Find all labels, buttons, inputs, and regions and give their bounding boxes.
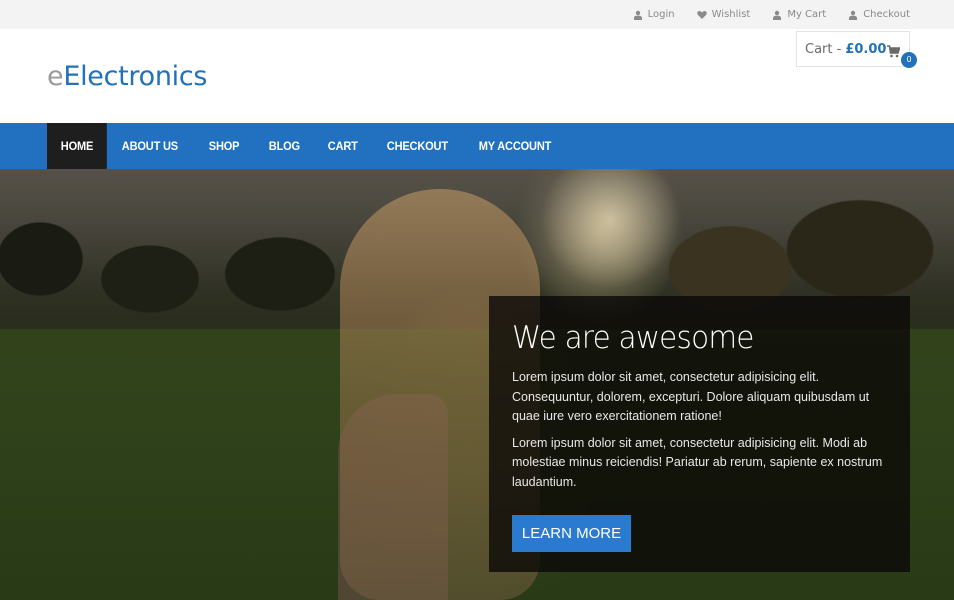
hero-banner: We are awesome Lorem ipsum dolor sit ame…: [0, 169, 954, 600]
my-cart-label: My Cart: [787, 9, 827, 20]
nav-item-my-account[interactable]: MY ACCOUNT: [465, 123, 565, 169]
checkout-link[interactable]: Checkout: [848, 9, 910, 20]
cart-button[interactable]: Cart - £0.00: [796, 31, 910, 67]
cart-count-badge: 0: [901, 52, 917, 68]
login-link[interactable]: Login: [633, 9, 675, 20]
hero-paragraph-1: Lorem ipsum dolor sit amet, consectetur …: [512, 370, 870, 423]
hero-caption-box: We are awesome Lorem ipsum dolor sit ame…: [489, 296, 910, 572]
top-bar-links: Login Wishlist My Cart Checkout: [611, 0, 910, 29]
cart-total: £0.00: [845, 41, 887, 57]
main-nav: HOME ABOUT US SHOP BLOG CART CHECKOUT MY…: [0, 123, 954, 169]
user-icon: [772, 10, 782, 20]
nav-list: HOME ABOUT US SHOP BLOG CART CHECKOUT MY…: [47, 123, 570, 169]
site-logo[interactable]: eElectronics: [47, 59, 207, 95]
nav-item-shop[interactable]: SHOP: [195, 123, 253, 169]
user-icon: [848, 10, 858, 20]
checkout-label: Checkout: [863, 9, 910, 20]
logo-prefix: e: [47, 61, 64, 92]
cart-label: Cart -: [805, 41, 842, 57]
hero-paragraph-2: Lorem ipsum dolor sit amet, consectetur …: [512, 435, 883, 489]
hero-title: We are awesome: [512, 320, 754, 356]
top-bar: Login Wishlist My Cart Checkout: [0, 0, 954, 29]
wishlist-label: Wishlist: [711, 9, 751, 20]
nav-item-cart[interactable]: CART: [314, 123, 372, 169]
heart-icon: [696, 10, 707, 20]
nav-item-checkout[interactable]: CHECKOUT: [373, 123, 462, 169]
wishlist-link[interactable]: Wishlist: [696, 9, 751, 20]
login-label: Login: [647, 9, 675, 20]
user-icon: [633, 10, 643, 20]
logo-text: Electronics: [63, 61, 208, 92]
nav-item-blog[interactable]: BLOG: [255, 123, 314, 169]
nav-item-about-us[interactable]: ABOUT US: [108, 123, 192, 169]
my-cart-link[interactable]: My Cart: [772, 9, 826, 20]
nav-item-home[interactable]: HOME: [47, 123, 107, 169]
learn-more-button[interactable]: LEARN MORE: [512, 515, 631, 552]
shopping-cart-icon: [887, 43, 901, 58]
